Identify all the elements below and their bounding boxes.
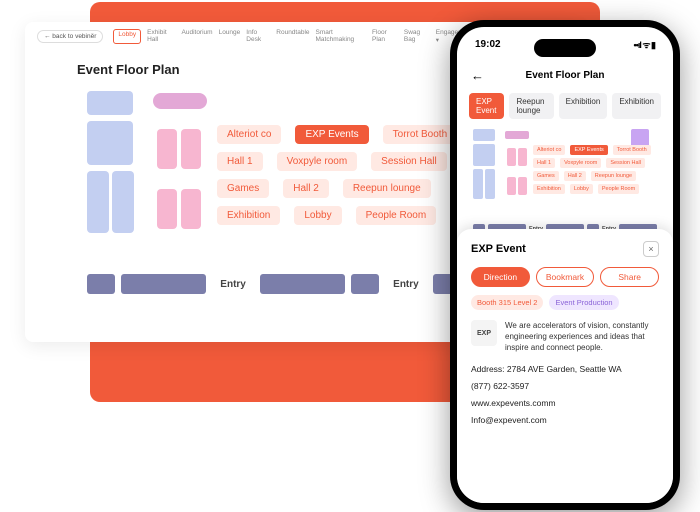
zone-block[interactable] [473, 129, 495, 141]
zone-block[interactable] [157, 189, 177, 229]
phone-line: (877) 622-3597 [471, 381, 659, 391]
booth-chip[interactable]: Session Hall [371, 152, 447, 171]
entry-slab [87, 274, 115, 294]
bookmark-button[interactable]: Bookmark [536, 267, 595, 287]
booth-chip[interactable]: Torrot Booth [613, 145, 651, 155]
zone-block[interactable] [181, 189, 201, 229]
nav-item[interactable]: Lobby [113, 29, 141, 44]
booth-chip[interactable]: Reepun lounge [343, 179, 431, 198]
back-button[interactable]: ← back to vebiněr [37, 30, 103, 43]
zone-block[interactable] [518, 148, 527, 166]
nav-item[interactable]: Swag Bag [404, 29, 430, 44]
sheet-title: EXP Event [471, 243, 526, 255]
booth-detail-sheet: EXP Event × Direction Bookmark Share Boo… [457, 229, 673, 503]
booth-chip[interactable]: People Room [598, 184, 639, 194]
nav-item[interactable]: Exhibit Hall [147, 29, 175, 44]
zone-block[interactable] [473, 169, 483, 199]
mini-floorplan: Alteriot co EXP Events Torrot Booth Hall 1 V… [471, 129, 659, 235]
share-button[interactable]: Share [600, 267, 659, 287]
filter-tab[interactable]: Exhibition [612, 93, 661, 119]
exhibitor-logo: EXP [471, 320, 497, 346]
booth-chip[interactable]: Hall 1 [533, 158, 555, 168]
booth-chip[interactable]: Lobby [570, 184, 593, 194]
booth-chip[interactable]: People Room [356, 206, 437, 225]
booth-tag: Booth 315 Level 2 [471, 295, 543, 310]
entry-slab [260, 274, 345, 294]
booth-chip[interactable]: Reepun lounge [591, 171, 636, 181]
zone-block[interactable] [181, 129, 201, 169]
zone-block[interactable] [507, 148, 516, 166]
zone-block[interactable] [507, 177, 516, 195]
dynamic-island [534, 39, 596, 57]
filter-tab[interactable]: Exhibition [559, 93, 608, 119]
nav-item[interactable]: Smart Matchmaking [316, 29, 366, 44]
zone-pill[interactable] [153, 93, 207, 109]
nav-item[interactable]: Info Desk [246, 29, 270, 44]
zone-pill[interactable] [505, 131, 529, 139]
zone-block[interactable] [157, 129, 177, 169]
nav-item[interactable]: Roundtable [276, 29, 309, 44]
booth-chip[interactable]: Voxpyle room [560, 158, 601, 168]
website-line[interactable]: www.expevents.comm [471, 398, 659, 408]
booth-chip[interactable]: Exhibition [533, 184, 565, 194]
status-time: 19:02 [475, 39, 501, 50]
booth-chip[interactable]: Exhibition [217, 206, 280, 225]
status-icons: ••ıl ᯤ ▮ [634, 38, 655, 51]
phone-frame: 19:02 ••ıl ᯤ ▮ ← Event Floor Plan EXP Ev… [450, 20, 680, 510]
booth-chip[interactable]: Hall 2 [564, 171, 586, 181]
zone-block[interactable] [473, 144, 495, 166]
booth-chip[interactable]: Alteriot co [217, 125, 281, 144]
exhibitor-desc: We are accelerators of vision, constantl… [505, 320, 659, 354]
category-tag: Event Production [549, 295, 618, 310]
filter-tabs: EXP EventReepun loungeExhibitionExhibiti… [457, 89, 673, 127]
filter-tab[interactable]: Reepun lounge [509, 93, 553, 119]
entry-slab [121, 274, 206, 294]
booth-chip[interactable]: EXP Events [570, 145, 607, 155]
booth-chip[interactable]: Games [217, 179, 269, 198]
booth-chip[interactable]: Alteriot co [533, 145, 565, 155]
booth-chip[interactable]: Lobby [294, 206, 341, 225]
booth-chip[interactable]: Games [533, 171, 559, 181]
booth-chip[interactable]: Hall 1 [217, 152, 263, 171]
back-icon[interactable]: ← [471, 68, 484, 83]
nav-item[interactable]: Auditorium [182, 29, 213, 44]
zone-block[interactable] [87, 171, 109, 233]
booth-chip[interactable]: Voxpyle room [277, 152, 358, 171]
entry-label: Entry [385, 279, 427, 290]
zone-block[interactable] [112, 171, 134, 233]
nav-item[interactable]: Floor Plan [372, 29, 398, 44]
nav-item[interactable]: Lounge [219, 29, 241, 44]
booth-chip[interactable]: Hall 2 [283, 179, 329, 198]
zone-block[interactable] [518, 177, 527, 195]
filter-tab[interactable]: EXP Event [469, 93, 504, 119]
entry-slab [351, 274, 379, 294]
screen-title: Event Floor Plan [492, 70, 638, 81]
direction-button[interactable]: Direction [471, 267, 530, 287]
zone-block[interactable] [87, 121, 133, 165]
booth-chip[interactable]: Session Hall [606, 158, 645, 168]
address-line: Address: 2784 AVE Garden, Seattle WA [471, 364, 659, 374]
entry-label: Entry [212, 279, 254, 290]
zone-block[interactable] [485, 169, 495, 199]
booth-chip[interactable]: Torrot Booth [383, 125, 457, 144]
booth-chip[interactable]: EXP Events [295, 125, 368, 144]
zone-block[interactable] [87, 91, 133, 115]
close-icon[interactable]: × [643, 241, 659, 257]
email-line[interactable]: Info@expevent.com [471, 415, 659, 425]
